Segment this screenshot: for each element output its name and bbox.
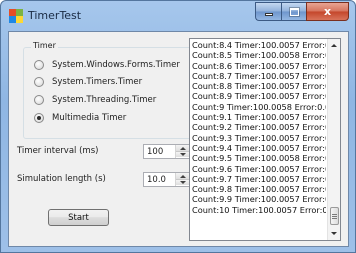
list-item[interactable]: Count:10 Timer:100.0057 Error:0.005 <box>192 205 326 215</box>
list-item[interactable]: Count:9 Timer:100.0058 Error:0.00580 <box>192 102 326 112</box>
list-item[interactable]: Count:9.7 Timer:100.0057 Error:0.005 <box>192 174 326 184</box>
list-item[interactable]: Count:8.5 Timer:100.0058 Error:0.005 <box>192 50 326 60</box>
close-icon: x <box>323 5 332 18</box>
scroll-up-button[interactable] <box>328 39 340 52</box>
list-item[interactable]: Count:8.4 Timer:100.0057 Error:0.005 <box>192 40 326 50</box>
radio-label: System.Timers.Timer <box>52 77 143 87</box>
list-item[interactable]: Count:9.1 Timer:100.0057 Error:0.005 <box>192 112 326 122</box>
caption-buttons: x <box>255 2 349 21</box>
list-item[interactable]: Count:9.3 Timer:100.0057 Error:0.005 <box>192 133 326 143</box>
spin-down-button[interactable] <box>176 179 189 185</box>
simulation-length-stepper[interactable] <box>143 172 190 187</box>
client-area: Timer System.Windows.Forms.Timer System.… <box>8 31 349 247</box>
radio-label: Multimedia Timer <box>52 113 127 123</box>
radio-forms-timer[interactable]: System.Windows.Forms.Timer <box>34 60 180 70</box>
timer-interval-stepper[interactable] <box>143 144 190 159</box>
radio-button-icon[interactable] <box>34 60 44 70</box>
list-item[interactable]: Count:9.9 Timer:100.0057 Error:0.005 <box>192 194 326 204</box>
list-item[interactable]: Count:9.2 Timer:100.0057 Error:0.005 <box>192 122 326 132</box>
timer-log-listbox[interactable]: Count:8.4 Timer:100.0057 Error:0.005Coun… <box>189 38 341 241</box>
start-button[interactable]: Start <box>48 209 109 226</box>
chevron-up-icon <box>331 44 337 47</box>
list-item[interactable]: Count:9.6 Timer:100.0057 Error:0.005 <box>192 164 326 174</box>
list-item[interactable]: Count:8.6 Timer:100.0057 Error:0.005 <box>192 61 326 71</box>
radio-threading-timer[interactable]: System.Threading.Timer <box>34 95 156 105</box>
timer-interval-input[interactable] <box>144 145 174 158</box>
app-icon[interactable] <box>9 9 23 23</box>
scroll-down-button[interactable] <box>328 227 340 240</box>
vertical-scrollbar[interactable] <box>327 39 340 240</box>
chevron-down-icon <box>331 232 337 235</box>
close-button[interactable]: x <box>306 2 349 21</box>
spin-buttons <box>175 173 189 186</box>
spin-down-button[interactable] <box>176 151 189 157</box>
timer-interval-label: Timer interval (ms) <box>17 146 99 156</box>
maximize-icon <box>289 7 299 16</box>
radio-timers-timer[interactable]: System.Timers.Timer <box>34 77 142 87</box>
minimize-button[interactable] <box>255 2 281 21</box>
simulation-length-label: Simulation length (s) <box>17 174 106 184</box>
maximize-button[interactable] <box>281 2 306 21</box>
radio-multimedia-timer[interactable]: Multimedia Timer <box>34 113 126 123</box>
app-window: TimerTest x Timer System.Windows.Forms.T… <box>0 0 356 253</box>
title-bar[interactable]: TimerTest x <box>1 1 355 31</box>
list-item[interactable]: Count:8.9 Timer:100.0057 Error:0.005 <box>192 91 326 101</box>
minimize-icon <box>264 12 273 16</box>
log-items: Count:8.4 Timer:100.0057 Error:0.005Coun… <box>192 40 326 215</box>
scroll-thumb[interactable] <box>330 207 339 225</box>
radio-label: System.Threading.Timer <box>52 95 157 105</box>
radio-button-selected-icon[interactable] <box>34 113 44 123</box>
list-item[interactable]: Count:9.4 Timer:100.0057 Error:0.005 <box>192 143 326 153</box>
radio-button-icon[interactable] <box>34 95 44 105</box>
list-item[interactable]: Count:9.8 Timer:100.0057 Error:0.005 <box>192 184 326 194</box>
window-title: TimerTest <box>28 9 82 22</box>
simulation-length-input[interactable] <box>144 173 174 186</box>
list-item[interactable]: Count:9.5 Timer:100.0058 Error:0.005 <box>192 153 326 163</box>
spin-buttons <box>175 145 189 158</box>
radio-button-icon[interactable] <box>34 77 44 87</box>
list-item[interactable]: Count:8.8 Timer:100.0057 Error:0.005 <box>192 81 326 91</box>
radio-label: System.Windows.Forms.Timer <box>52 60 180 70</box>
timer-group-label: Timer <box>31 41 58 50</box>
list-item[interactable]: Count:8.7 Timer:100.0057 Error:0.005 <box>192 71 326 81</box>
